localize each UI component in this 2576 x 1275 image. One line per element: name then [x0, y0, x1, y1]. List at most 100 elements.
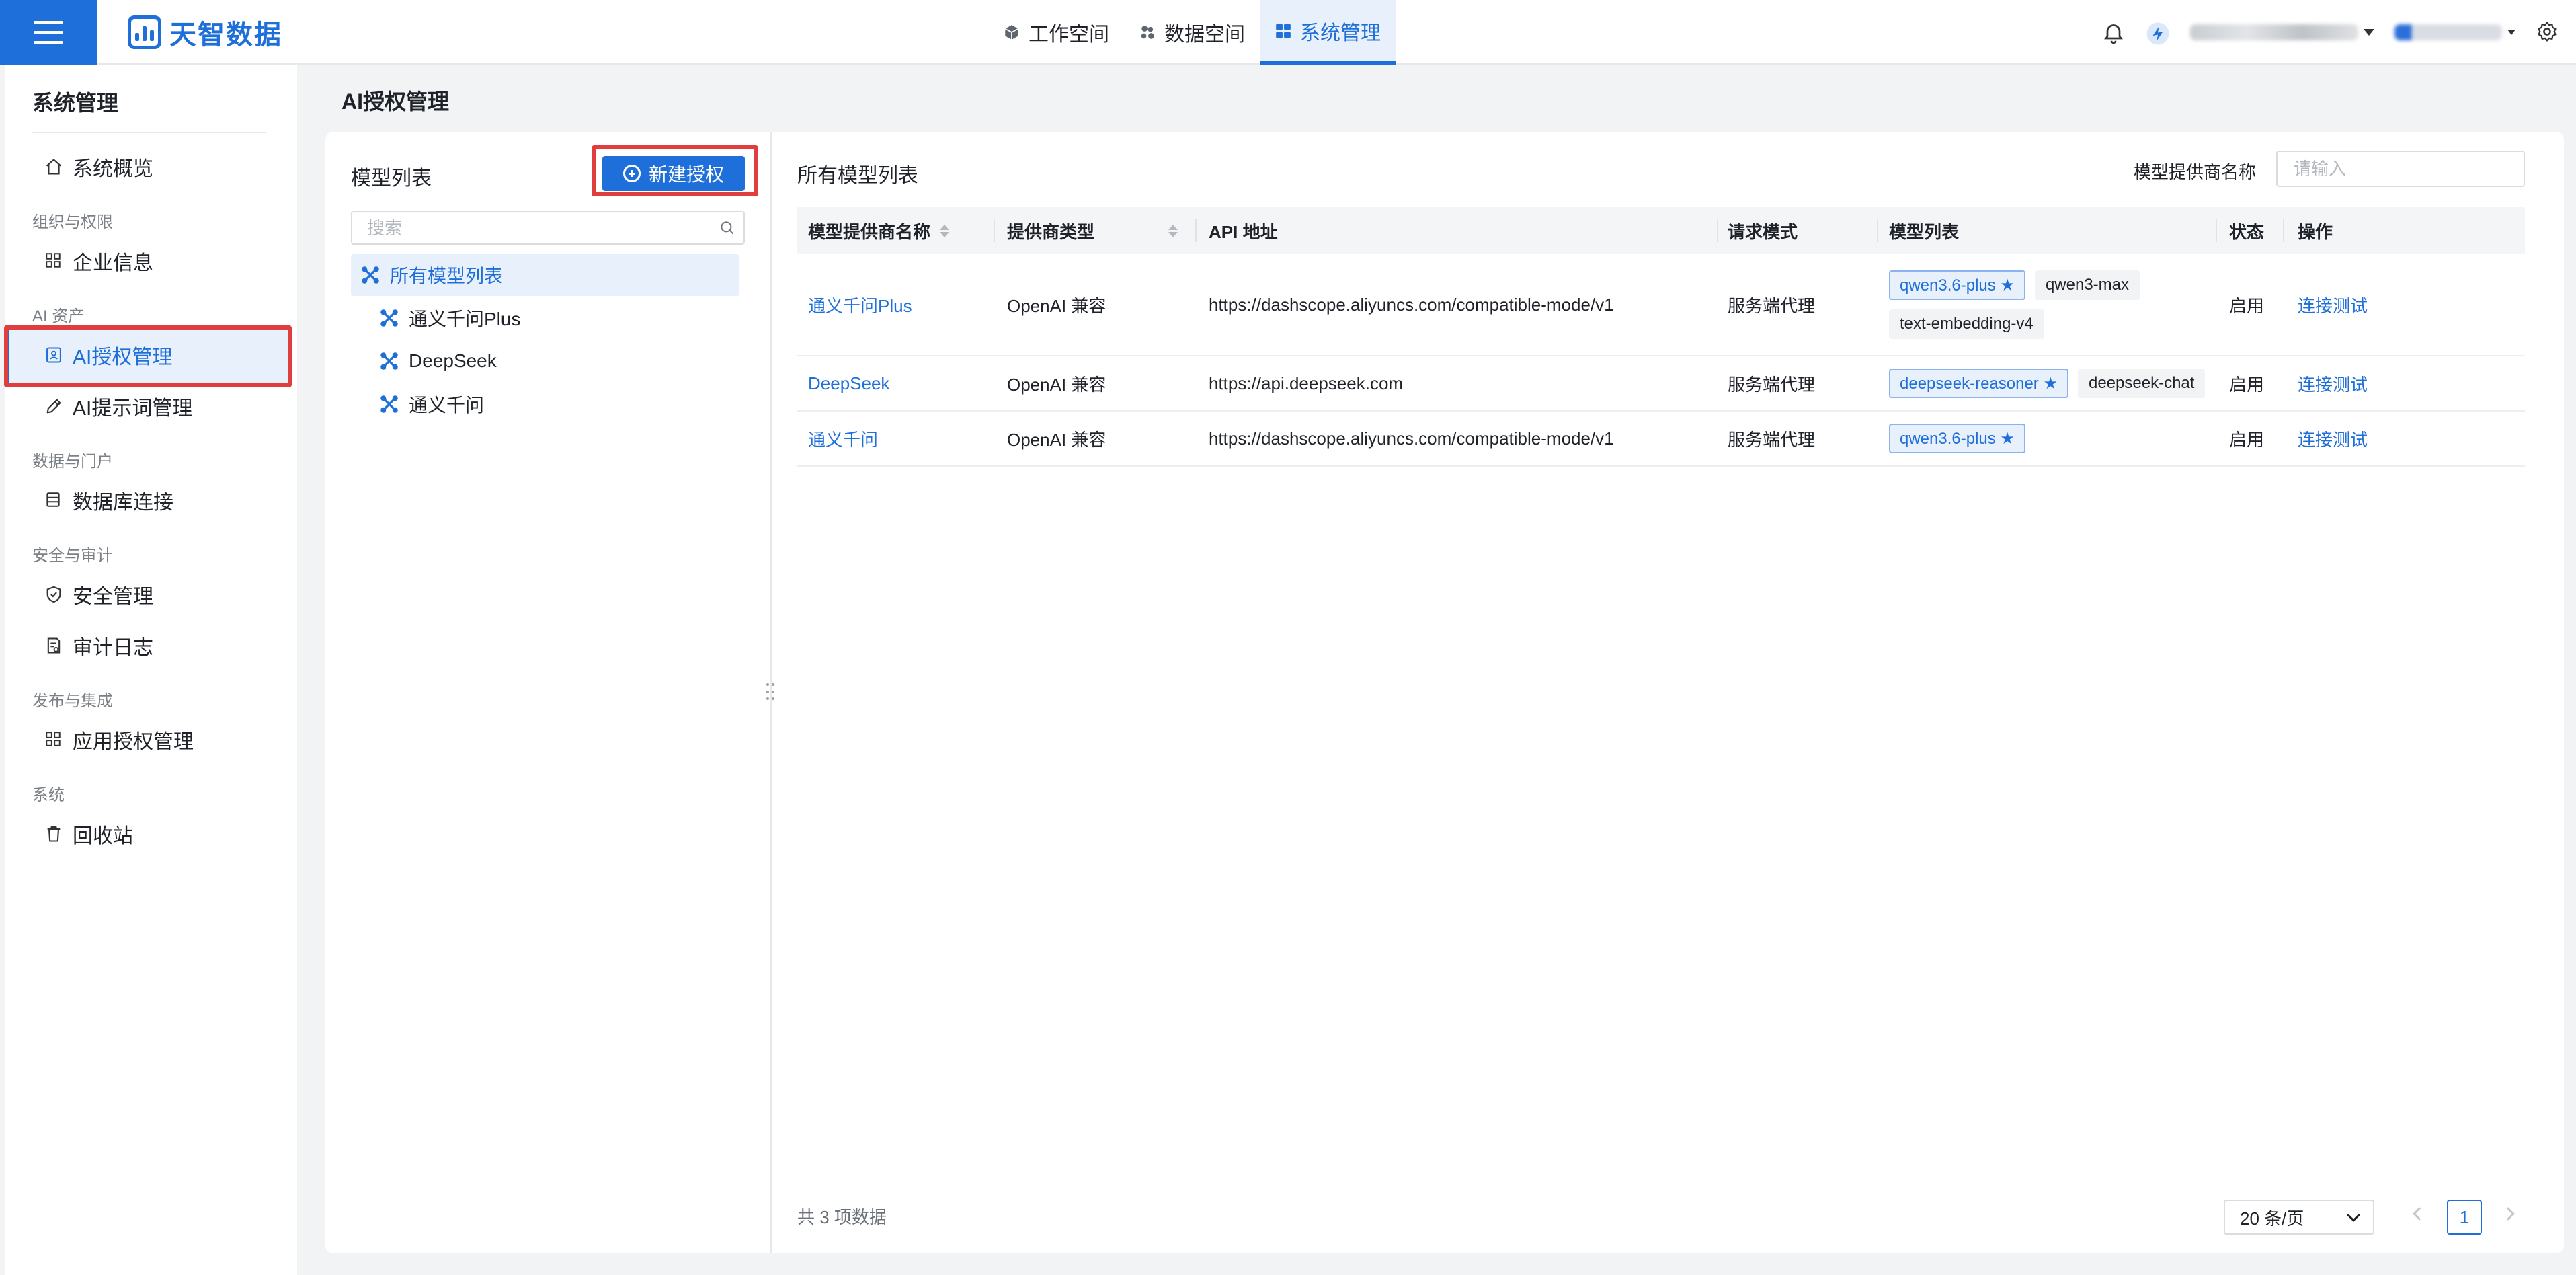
sidebar-item-database-connection[interactable]: 数据库连接	[5, 471, 292, 530]
grid-icon	[44, 730, 63, 749]
provider-name-link[interactable]: DeepSeek	[808, 356, 889, 410]
sidebar-item-audit-log[interactable]: 审计日志	[5, 616, 292, 675]
sidebar-item-label: 数据库连接	[73, 492, 173, 514]
table-header: 模型提供商名称 提供商类型 API 地址 请求模式 模型列表 状态 操作	[797, 207, 2525, 254]
sidebar-group-publish: 发布与集成	[32, 692, 113, 710]
tree-item-model[interactable]: 通义千问Plus	[379, 297, 739, 339]
provider-filter-input[interactable]	[2276, 151, 2525, 187]
total-count: 共 3 项数据	[797, 1207, 887, 1227]
request-mode: 服务端代理	[1728, 295, 1816, 316]
sort-icon[interactable]	[1168, 224, 1178, 237]
api-url: https://dashscope.aliyuncs.com/compatibl…	[1209, 294, 1614, 315]
user-menu[interactable]	[2394, 24, 2515, 40]
provider-type: OpenAI 兼容	[1007, 374, 1106, 395]
id-card-icon	[44, 346, 63, 364]
home-icon	[44, 157, 63, 176]
status-text: 启用	[2229, 429, 2265, 450]
brand-name: 天智数据	[169, 20, 282, 50]
column-separator	[2283, 219, 2284, 242]
column-header-provider[interactable]: 模型提供商名称	[808, 207, 950, 254]
sidebar-item-label: 审计日志	[73, 637, 153, 659]
prev-page-icon[interactable]	[2413, 1207, 2426, 1221]
next-page-icon[interactable]	[2501, 1207, 2515, 1221]
column-separator	[2216, 219, 2217, 242]
connection-test-link[interactable]: 连接测试	[2298, 356, 2368, 410]
chevron-down-icon	[2507, 30, 2515, 35]
page-size-value: 20 条/页	[2240, 1208, 2304, 1229]
trash-icon	[44, 824, 63, 843]
model-node-icon	[379, 308, 399, 328]
model-tag-default: deepseek-reasoner ★	[1889, 369, 2068, 398]
connection-test-link[interactable]: 连接测试	[2298, 412, 2368, 465]
model-tags: deepseek-reasoner ★ deepseek-chat	[1889, 356, 2212, 410]
nav-dataspace[interactable]: 数据空间	[1124, 0, 1260, 65]
model-node-icon	[379, 351, 399, 371]
search-icon[interactable]	[711, 212, 743, 244]
logo-icon	[128, 15, 161, 49]
model-tags: qwen3.6-plus ★	[1889, 412, 2212, 465]
sidebar-item-label: AI授权管理	[73, 346, 173, 369]
top-bar: 天智数据 工作空间 数据空间 系统管理	[0, 0, 2576, 65]
tree-item-label: 通义千问Plus	[409, 309, 521, 330]
model-tag: deepseek-chat	[2077, 369, 2206, 398]
brand-logo[interactable]: 天智数据	[128, 13, 282, 51]
hamburger-icon	[34, 21, 63, 44]
cube-icon	[1003, 24, 1020, 41]
model-tag-default: qwen3.6-plus ★	[1889, 424, 2025, 453]
chevron-down-icon	[2364, 29, 2374, 36]
gear-icon[interactable]	[2536, 20, 2560, 44]
page-number-current[interactable]: 1	[2447, 1200, 2482, 1235]
column-sort-provider-type[interactable]	[1159, 207, 1178, 254]
chevron-down-icon	[2347, 1208, 2360, 1222]
status-text: 启用	[2229, 374, 2265, 395]
api-url: https://api.deepseek.com	[1209, 373, 1404, 393]
sort-icon[interactable]	[940, 224, 950, 237]
tree-item-model[interactable]: DeepSeek	[379, 340, 739, 382]
model-tag-default: qwen3.6-plus ★	[1889, 270, 2025, 300]
connection-test-link[interactable]: 连接测试	[2298, 254, 2368, 355]
drag-handle-icon[interactable]	[766, 683, 776, 702]
sidebar-item-app-authorization[interactable]: 应用授权管理	[5, 710, 292, 769]
column-separator	[1195, 219, 1197, 242]
column-header-models: 模型列表	[1889, 221, 1960, 242]
column-header-api: API 地址	[1209, 221, 1278, 242]
sidebar-item-label: 系统概览	[73, 158, 153, 180]
sidebar-group-data-portal: 数据与门户	[32, 453, 113, 471]
table-row: 通义千问 OpenAI 兼容 https://dashscope.aliyunc…	[797, 412, 2525, 467]
tree-item-label: DeepSeek	[409, 350, 497, 371]
tenant-name-redacted	[2190, 24, 2358, 40]
provider-name-link[interactable]: 通义千问Plus	[808, 254, 912, 355]
sidebar-item-ai-prompt[interactable]: AI提示词管理	[5, 377, 292, 436]
tree-item-model[interactable]: 通义千问	[379, 383, 739, 425]
new-authorization-button[interactable]: 新建授权	[602, 156, 745, 191]
tree-item-all-models[interactable]: 所有模型列表	[351, 254, 739, 296]
tenant-switcher[interactable]	[2190, 24, 2374, 40]
model-tags: qwen3.6-plus ★ qwen3-max text-embedding-…	[1889, 254, 2212, 355]
nav-workspace[interactable]: 工作空间	[988, 0, 1124, 65]
menu-toggle-button[interactable]	[0, 0, 97, 65]
sidebar-item-recycle-bin[interactable]: 回收站	[5, 804, 292, 863]
plus-circle-icon	[622, 165, 641, 182]
column-header-mode: 请求模式	[1728, 221, 1798, 242]
provider-name-link[interactable]: 通义千问	[808, 412, 878, 465]
ai-assistant-icon[interactable]	[2146, 20, 2170, 45]
model-tag: text-embedding-v4	[1889, 309, 2044, 339]
sidebar-title: 系统管理	[32, 91, 119, 115]
model-node-icon	[360, 265, 380, 285]
column-header-label: 提供商类型	[1007, 221, 1095, 242]
sidebar-item-security-management[interactable]: 安全管理	[5, 565, 292, 624]
page-size-select[interactable]: 20 条/页	[2224, 1200, 2374, 1235]
model-list-title: 模型列表	[351, 167, 432, 190]
sidebar-group-ai-assets: AI 资产	[32, 307, 85, 325]
nav-system-management[interactable]: 系统管理	[1260, 0, 1396, 65]
sidebar-item-overview[interactable]: 系统概览	[5, 137, 292, 196]
sidebar-item-company-info[interactable]: 企业信息	[5, 231, 292, 291]
status-text: 启用	[2229, 295, 2265, 316]
model-search-input[interactable]	[352, 212, 711, 243]
column-header-provider-type[interactable]: 提供商类型	[1007, 207, 1094, 254]
bell-icon[interactable]	[2101, 20, 2126, 44]
request-mode: 服务端代理	[1728, 429, 1816, 450]
sidebar-group-security: 安全与审计	[32, 547, 113, 565]
table-row: DeepSeek OpenAI 兼容 https://api.deepseek.…	[797, 356, 2525, 412]
sidebar-item-ai-authorization[interactable]: AI授权管理	[5, 325, 292, 385]
